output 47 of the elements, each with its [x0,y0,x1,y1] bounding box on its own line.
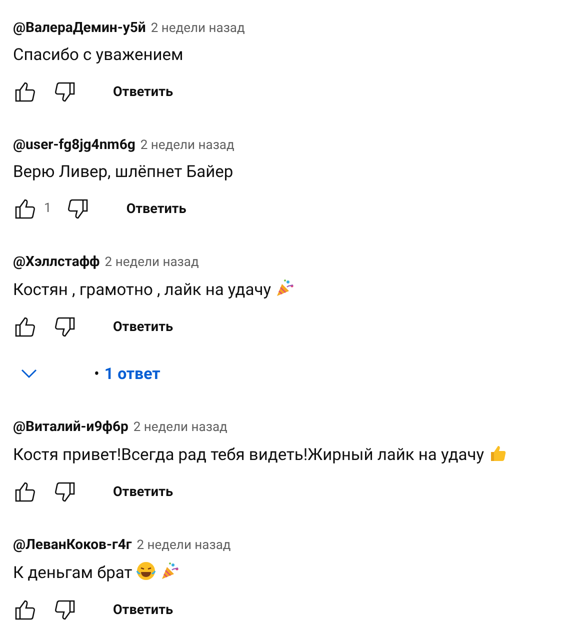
party-popper-icon [160,561,180,581]
comment-text: Спасибо с уважением [13,46,184,65]
thumbs-up-icon [13,480,37,504]
comment-author[interactable]: @Хэллстафф [13,252,100,273]
comment-time[interactable]: 2 недели назад [104,253,199,272]
comment-text: Костян , грамотно , лайк на удачу [13,281,272,300]
thumbs-down-icon [53,315,77,339]
replies-link[interactable]: 1 ответ [104,362,160,386]
thumbs-up-emoji-icon [488,443,508,463]
like-button[interactable] [13,197,37,221]
comment-time[interactable]: 2 недели назад [150,19,245,38]
thumbs-up-icon [13,197,37,221]
reply-button[interactable]: Ответить [109,596,177,624]
like-button[interactable] [13,80,37,104]
comment-author[interactable]: @Виталий-и9ф6р [13,417,128,438]
reply-button[interactable]: Ответить [109,478,177,506]
comment-author[interactable]: @ЛеванКоков-г4г [13,535,132,556]
like-button[interactable] [13,315,37,339]
reply-button[interactable]: Ответить [109,312,177,342]
comment-time[interactable]: 2 недели назад [136,536,231,556]
comment-author[interactable]: @ВалераДемин-у5й [13,18,146,39]
comment-time[interactable]: 2 недели назад [140,136,234,156]
dislike-button[interactable] [53,598,77,622]
dislike-button[interactable] [53,315,77,339]
reply-button[interactable]: Ответить [122,194,190,224]
comment-text: Костя привет!Всегда рад тебя видеть!Жирный лайк на удачу [13,446,484,465]
thumbs-down-icon [53,480,77,504]
like-button[interactable] [13,480,37,504]
bullet-text: • [94,363,100,385]
party-popper-icon [275,278,296,298]
thumbs-down-icon [53,80,77,104]
laughing-face-icon [136,561,156,581]
comment-text: К деньгам брат [13,564,132,583]
thumbs-down-icon [66,197,90,221]
like-button[interactable] [13,598,37,622]
comment-time[interactable]: 2 недели назад [133,418,228,438]
comment-author[interactable]: @user-fg8jg4nm6g [13,135,136,156]
comment-text: Верю Ливер, шлёпнет Байер [13,163,234,182]
dislike-button[interactable] [53,80,77,104]
dislike-button[interactable] [66,197,90,221]
dislike-button[interactable] [53,480,77,504]
like-count: 1 [44,200,52,218]
thumbs-up-icon [13,80,37,104]
reply-button[interactable]: Ответить [109,78,177,106]
thumbs-down-icon [53,598,77,622]
thumbs-up-icon [13,315,37,339]
thumbs-up-icon [13,598,37,622]
